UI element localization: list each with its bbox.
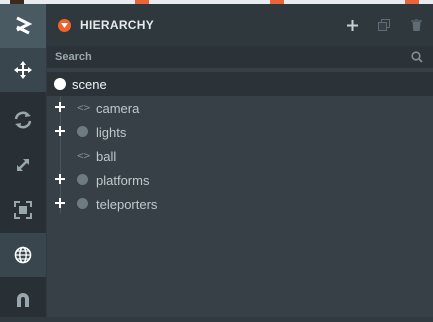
tree-item-label: platforms (96, 173, 150, 188)
template-icon: <> (77, 149, 91, 162)
tree-item-platforms[interactable]: platforms (47, 168, 433, 192)
collapse-button[interactable] (58, 19, 71, 32)
resize-tool[interactable] (0, 188, 46, 232)
world-space-toggle[interactable] (0, 233, 46, 277)
tree-item-label: scene (72, 77, 107, 92)
tree-item-label: lights (96, 125, 127, 140)
delete-icon (410, 19, 422, 31)
expand-icon[interactable] (55, 174, 65, 184)
world-space-icon (14, 246, 32, 264)
expand-icon[interactable] (55, 126, 65, 136)
search-input[interactable] (55, 49, 395, 65)
tree-item-lights[interactable]: lights (47, 120, 433, 144)
left-toolbar (0, 4, 46, 317)
tree-item-teleporters[interactable]: teleporters (47, 192, 433, 216)
entity-icon (77, 198, 88, 209)
panel-title: HIERARCHY (80, 18, 155, 32)
tree-item-camera[interactable]: <> camera (47, 96, 433, 120)
entity-icon (77, 174, 88, 185)
translate-icon (14, 61, 32, 79)
translate-tool[interactable] (0, 48, 46, 92)
search-icon[interactable] (411, 51, 423, 63)
magnet-icon (17, 293, 29, 307)
entity-icon (54, 78, 66, 90)
tree-item-label: ball (96, 149, 117, 164)
resize-icon (14, 201, 32, 219)
rotate-icon (14, 111, 32, 129)
delete-button[interactable] (408, 17, 424, 33)
duplicate-icon (378, 19, 390, 31)
tree-item-ball[interactable]: <> ball (47, 144, 433, 168)
add-entity-button[interactable] (344, 17, 360, 33)
scale-icon (17, 159, 29, 171)
add-entity-icon (346, 19, 358, 31)
logo-icon (16, 16, 32, 35)
panel-header: HIERARCHY (47, 4, 433, 46)
scale-tool[interactable] (0, 143, 46, 187)
rotate-tool[interactable] (0, 98, 46, 142)
duplicate-button[interactable] (376, 17, 392, 33)
hierarchy-panel: HIERARCHY scene (47, 4, 433, 317)
tree-item-label: camera (96, 101, 140, 116)
entity-icon (77, 126, 88, 137)
tree-item-scene[interactable]: scene (47, 72, 433, 96)
tree-item-label: teleporters (96, 197, 158, 212)
logo-button[interactable] (0, 4, 46, 48)
search-bar (47, 46, 433, 68)
expand-icon[interactable] (55, 198, 65, 208)
expand-icon[interactable] (55, 102, 65, 112)
template-icon: <> (77, 101, 91, 114)
snap-toggle[interactable] (0, 278, 46, 322)
chevron-down-icon (61, 23, 68, 28)
